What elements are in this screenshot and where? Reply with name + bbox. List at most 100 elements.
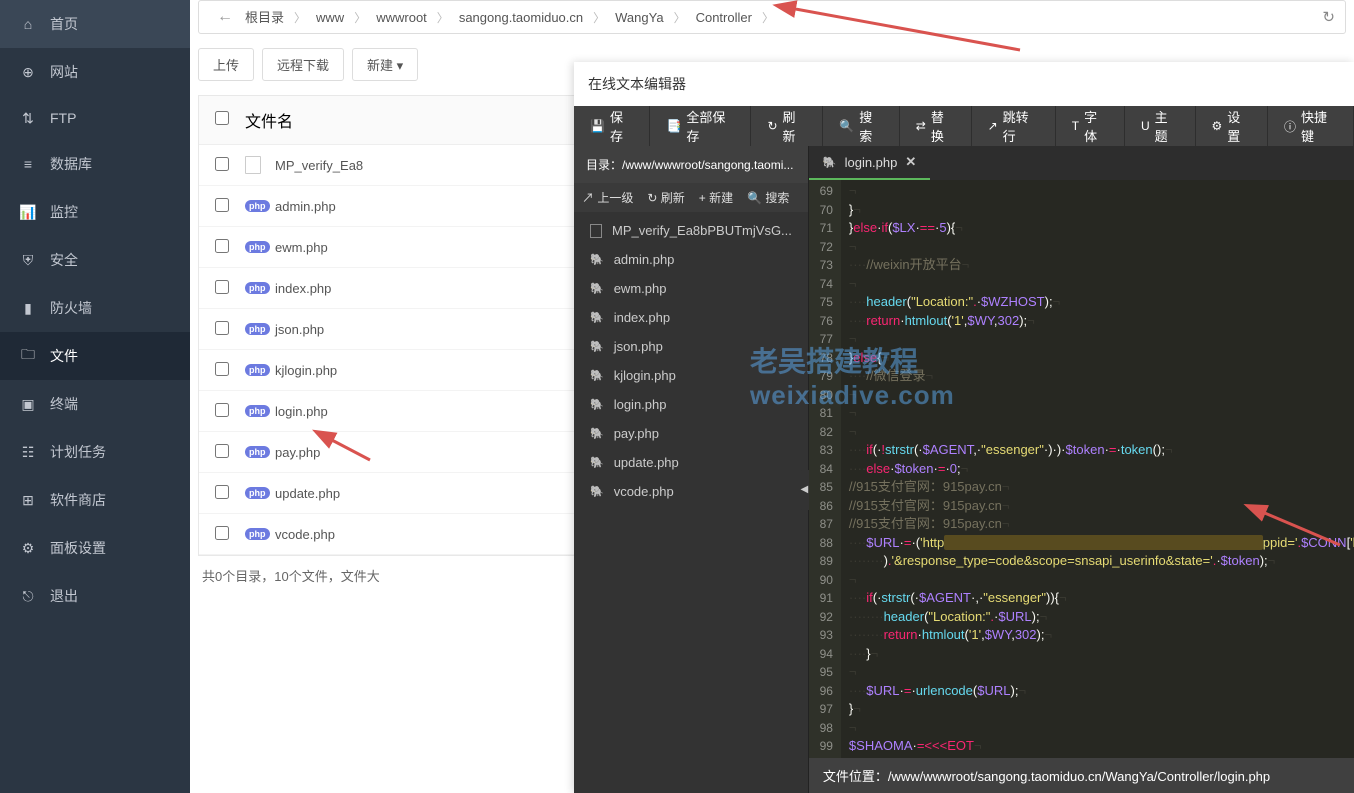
row-checkbox[interactable] [215,239,229,253]
breadcrumb-back-icon[interactable]: ← [209,8,241,26]
sidebar-item-logout[interactable]: ⎋退出 [0,572,190,620]
sidebar-item-terminal[interactable]: ▣终端 [0,380,190,428]
row-checkbox[interactable] [215,403,229,417]
php-icon: 🐘 [590,485,604,498]
breadcrumb-item[interactable]: www [312,10,348,25]
tree-search-button[interactable]: 🔍 搜索 [747,189,789,206]
editor-toolbar-保存[interactable]: 💾 保存 [574,106,650,146]
tree-item-name: MP_verify_Ea8bPBUTmjVsG... [612,223,792,238]
chevron-right-icon: 〉 [348,11,372,25]
sidebar-item-cron[interactable]: ☷计划任务 [0,428,190,476]
file-name: login.php [275,404,328,419]
editor-toolbar-全部保存[interactable]: 📑全部保存 [650,106,751,146]
tree-item[interactable]: 🐘kjlogin.php [574,361,808,390]
breadcrumb-item[interactable]: 根目录 [241,10,288,25]
select-all-checkbox[interactable] [215,111,229,125]
tree-item[interactable]: 🐘json.php [574,332,808,361]
sidebar-item-monitor[interactable]: 📊监控 [0,188,190,236]
sidebar-item-folder[interactable]: 🗀文件 [0,332,190,380]
row-checkbox[interactable] [215,157,229,171]
file-name: pay.php [275,445,320,460]
editor-toolbar-快捷键[interactable]: ⓘ快捷键 [1268,106,1354,146]
editor-toolbar-设置[interactable]: ⚙设置 [1196,106,1269,146]
toolbar-label: 主题 [1155,107,1179,145]
file-name: update.php [275,486,340,501]
row-checkbox[interactable] [215,280,229,294]
editor-toolbar-替换[interactable]: ⇄替换 [900,106,972,146]
globe-icon: ⊕ [20,64,36,80]
php-icon: 🐘 [590,456,604,469]
file-name: MP_verify_Ea8 [275,158,363,173]
upload-button[interactable]: 上传 [198,48,254,81]
toolbar-icon: ⓘ [1284,118,1296,135]
row-checkbox[interactable] [215,362,229,376]
terminal-icon: ▣ [20,396,36,412]
tree-up-button[interactable]: ↗ 上一级 [582,189,633,206]
sidebar-item-home[interactable]: ⌂首页 [0,0,190,48]
chevron-right-icon: 〉 [756,11,780,25]
php-icon: php [245,200,270,212]
column-filename[interactable]: 文件名 [245,108,293,132]
breadcrumb-item[interactable]: wwwroot [372,10,431,25]
tree-item-name: login.php [614,397,667,412]
settings-icon: ⚙ [20,540,36,556]
sidebar-item-ftp[interactable]: ⇅FTP [0,96,190,140]
sidebar-item-label: 面板设置 [50,538,106,558]
editor-toolbar-主题[interactable]: U 主题 [1125,106,1196,146]
close-icon[interactable]: ✕ [905,154,916,170]
toolbar-icon: T [1072,119,1079,133]
toolbar-icon: ↗ [988,119,998,133]
code-content[interactable]: ¬ }¬ }else·if($LX·==·5){¬ ¬ ····//weixin… [841,180,1354,758]
editor-statusbar: 文件位置：/www/wwwroot/sangong.taomiduo.cn/Wa… [809,758,1354,793]
sidebar-item-label: 退出 [50,586,78,606]
chevron-right-icon: 〉 [431,11,455,25]
tree-new-button[interactable]: + 新建 [699,189,733,206]
toolbar-icon: ⚙ [1212,119,1223,133]
tree-collapse-handle[interactable]: ◀ [800,470,809,510]
new-button[interactable]: 新建 ▾ [352,48,418,81]
editor-toolbar-搜索[interactable]: 🔍搜索 [823,106,899,146]
tree-refresh-button[interactable]: ↻ 刷新 [647,189,684,206]
editor-toolbar: 💾 保存 📑全部保存↻刷新🔍搜索⇄替换↗跳转行T字体 U 主题 ⚙设置ⓘ快捷键 [574,106,1354,146]
breadcrumb-item[interactable]: WangYa [611,10,667,25]
row-checkbox[interactable] [215,444,229,458]
sidebar-item-settings[interactable]: ⚙ 面板设置 [0,524,190,572]
editor-title: 在线文本编辑器 [574,62,1354,106]
code-editor[interactable]: 69 70 71 72 73 74 75 76 77 78 79 80 81 8… [809,180,1354,758]
row-checkbox[interactable] [215,485,229,499]
refresh-icon[interactable]: ↻ [1322,8,1335,26]
tree-item[interactable]: 🐘ewm.php [574,274,808,303]
remote-download-button[interactable]: 远程下载 [262,48,344,81]
sidebar-item-database[interactable]: ≡数据库 [0,140,190,188]
tree-item[interactable]: 🐘admin.php [574,245,808,274]
row-checkbox[interactable] [215,526,229,540]
breadcrumb-item[interactable]: sangong.taomiduo.cn [455,10,587,25]
sidebar-item-shield[interactable]: ⛨安全 [0,236,190,284]
tree-item[interactable]: 🐘index.php [574,303,808,332]
editor-toolbar-跳转行[interactable]: ↗跳转行 [972,106,1056,146]
tree-item[interactable]: 🐘login.php [574,390,808,419]
sidebar-item-firewall[interactable]: ▮防火墙 [0,284,190,332]
tree-item-name: vcode.php [614,484,674,499]
toolbar-label: 保存 [610,107,634,145]
toolbar-icon: 💾 [590,119,605,133]
tree-item[interactable]: 🐘 vcode.php [574,477,808,506]
store-icon: ⊞ [20,492,36,508]
editor-tab[interactable]: 🐘 login.php ✕ [809,146,930,180]
row-checkbox[interactable] [215,321,229,335]
tree-item[interactable]: MP_verify_Ea8bPBUTmjVsG... [574,216,808,245]
editor-toolbar-刷新[interactable]: ↻刷新 [751,106,823,146]
sidebar-item-globe[interactable]: ⊕网站 [0,48,190,96]
toolbar-icon: U [1141,119,1150,133]
php-icon: php [245,282,270,294]
sidebar-item-store[interactable]: ⊞软件商店 [0,476,190,524]
tree-item[interactable]: 🐘pay.php [574,419,808,448]
tree-item-name: json.php [614,339,663,354]
row-checkbox[interactable] [215,198,229,212]
toolbar-label: 替换 [931,107,955,145]
php-icon: 🐘 [590,282,604,295]
folder-icon: 🗀 [20,348,36,364]
tree-item[interactable]: 🐘update.php [574,448,808,477]
editor-toolbar-字体[interactable]: T字体 [1056,106,1125,146]
breadcrumb-item[interactable]: Controller [692,10,756,25]
